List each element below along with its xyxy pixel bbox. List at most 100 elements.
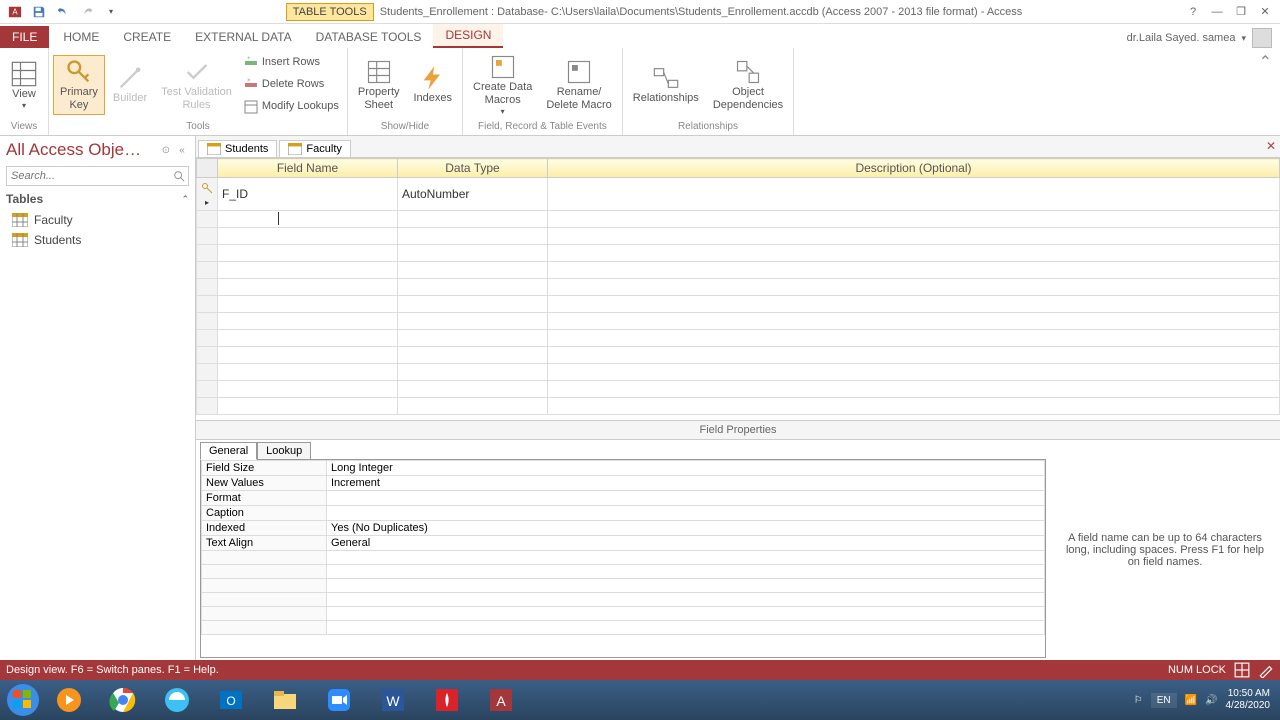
col-description[interactable]: Description (Optional): [548, 159, 1280, 178]
data-type-cell[interactable]: [398, 228, 548, 245]
tray-clock[interactable]: 10:50 AM 4/28/2020: [1226, 688, 1271, 712]
redo-icon[interactable]: [76, 2, 98, 22]
field-name-cell[interactable]: [218, 296, 398, 313]
tab-home[interactable]: HOME: [51, 26, 111, 48]
prop-value[interactable]: General: [327, 536, 1045, 551]
tray-network-icon[interactable]: 📶: [1185, 695, 1197, 706]
description-cell[interactable]: [548, 364, 1280, 381]
data-type-cell[interactable]: [398, 262, 548, 279]
builder-button[interactable]: Builder: [107, 62, 153, 107]
field-name-cell[interactable]: [218, 279, 398, 296]
description-cell[interactable]: [548, 178, 1280, 211]
description-cell[interactable]: [548, 245, 1280, 262]
save-icon[interactable]: [28, 2, 50, 22]
row-selector[interactable]: [197, 296, 218, 313]
description-cell[interactable]: [548, 398, 1280, 415]
field-name-cell[interactable]: [218, 364, 398, 381]
taskbar-explorer[interactable]: [260, 683, 310, 717]
row-selector[interactable]: ▸: [197, 178, 218, 211]
prop-value[interactable]: Increment: [327, 476, 1045, 491]
search-input[interactable]: [7, 170, 170, 182]
tab-create[interactable]: CREATE: [111, 26, 183, 48]
field-name-cell[interactable]: [218, 398, 398, 415]
data-type-cell[interactable]: [398, 364, 548, 381]
row-selector[interactable]: [197, 398, 218, 415]
col-field-name[interactable]: Field Name: [218, 159, 398, 178]
delete-rows-button[interactable]: × Delete Rows: [240, 74, 343, 96]
taskbar-acrobat[interactable]: [422, 683, 472, 717]
user-dropdown-icon[interactable]: ▾: [1241, 33, 1246, 44]
field-name-cell[interactable]: [218, 245, 398, 262]
taskbar-ie[interactable]: [152, 683, 202, 717]
row-selector[interactable]: [197, 228, 218, 245]
row-selector[interactable]: [197, 279, 218, 296]
description-cell[interactable]: [548, 330, 1280, 347]
data-type-cell[interactable]: [398, 279, 548, 296]
description-cell[interactable]: [548, 211, 1280, 228]
field-name-cell[interactable]: [218, 313, 398, 330]
field-name-cell[interactable]: [218, 347, 398, 364]
taskbar-chrome[interactable]: [98, 683, 148, 717]
undo-icon[interactable]: [52, 2, 74, 22]
insert-rows-button[interactable]: + Insert Rows: [240, 52, 343, 74]
col-data-type[interactable]: Data Type: [398, 159, 548, 178]
close-tab-icon[interactable]: ✕: [1266, 139, 1276, 153]
modify-lookups-button[interactable]: Modify Lookups: [240, 96, 343, 118]
relationships-button[interactable]: Relationships: [627, 62, 705, 107]
description-cell[interactable]: [548, 313, 1280, 330]
field-name-cell[interactable]: [218, 228, 398, 245]
view-datasheet-icon[interactable]: [1234, 662, 1250, 678]
view-design-icon[interactable]: [1258, 662, 1274, 678]
indexes-button[interactable]: Indexes: [408, 62, 459, 107]
taskbar-access[interactable]: A: [476, 683, 526, 717]
start-button[interactable]: [4, 681, 42, 719]
data-type-cell[interactable]: [398, 313, 548, 330]
data-type-cell[interactable]: [398, 347, 548, 364]
props-tab-lookup[interactable]: Lookup: [257, 442, 311, 460]
data-type-cell[interactable]: [398, 398, 548, 415]
row-selector[interactable]: [197, 313, 218, 330]
tab-external-data[interactable]: EXTERNAL DATA: [183, 26, 303, 48]
field-name-cell[interactable]: [218, 262, 398, 279]
tray-volume-icon[interactable]: 🔊: [1205, 695, 1217, 706]
help-icon[interactable]: ?: [1182, 2, 1204, 22]
data-type-cell[interactable]: [398, 381, 548, 398]
object-dependencies-button[interactable]: Object Dependencies: [707, 56, 789, 114]
taskbar-media-player[interactable]: [44, 683, 94, 717]
design-grid[interactable]: Field Name Data Type Description (Option…: [196, 158, 1280, 415]
row-selector[interactable]: [197, 211, 218, 228]
minimize-icon[interactable]: —: [1206, 2, 1228, 22]
restore-icon[interactable]: ❐: [1230, 2, 1252, 22]
taskbar-zoom[interactable]: [314, 683, 364, 717]
view-button[interactable]: View ▾: [4, 58, 44, 113]
access-app-icon[interactable]: A: [4, 2, 26, 22]
row-selector[interactable]: [197, 262, 218, 279]
tray-language[interactable]: EN: [1151, 693, 1177, 708]
doc-tab-faculty[interactable]: Faculty: [279, 140, 350, 157]
create-data-macros-button[interactable]: Create Data Macros ▾: [467, 51, 538, 119]
field-name-cell[interactable]: [218, 211, 398, 228]
tab-database-tools[interactable]: DATABASE TOOLS: [304, 26, 434, 48]
description-cell[interactable]: [548, 279, 1280, 296]
prop-value[interactable]: Yes (No Duplicates): [327, 521, 1045, 536]
description-cell[interactable]: [548, 228, 1280, 245]
user-name[interactable]: dr.Laila Sayed. samea: [1127, 32, 1236, 44]
data-type-cell[interactable]: [398, 330, 548, 347]
tray-flag-icon[interactable]: ⚐: [1134, 695, 1143, 706]
prop-value[interactable]: Long Integer: [327, 461, 1045, 476]
row-selector[interactable]: [197, 364, 218, 381]
row-selector[interactable]: [197, 330, 218, 347]
row-selector[interactable]: [197, 245, 218, 262]
close-icon[interactable]: ✕: [1254, 2, 1276, 22]
nav-item-faculty[interactable]: Faculty: [0, 210, 195, 230]
field-name-cell[interactable]: [218, 381, 398, 398]
nav-dropdown-icon[interactable]: ⊙: [159, 143, 173, 157]
nav-collapse-icon[interactable]: «: [175, 143, 189, 157]
data-type-cell[interactable]: [398, 245, 548, 262]
tab-file[interactable]: FILE: [0, 26, 49, 48]
qat-dropdown-icon[interactable]: ▾: [100, 2, 122, 22]
collapse-group-icon[interactable]: ⌃: [181, 194, 189, 205]
test-validation-button[interactable]: Test Validation Rules: [155, 56, 238, 114]
tab-design[interactable]: DESIGN: [433, 24, 503, 48]
prop-value[interactable]: [327, 506, 1045, 521]
